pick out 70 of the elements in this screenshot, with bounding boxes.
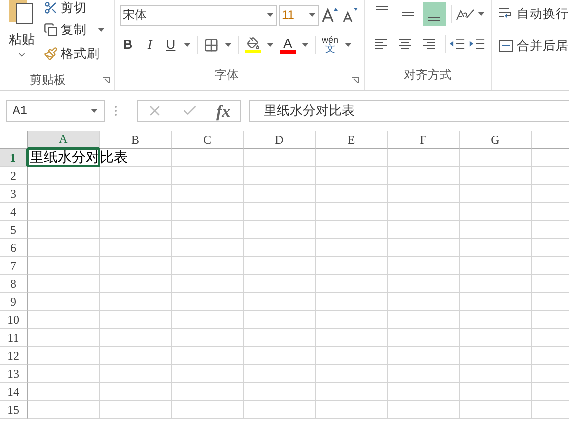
borders-icon[interactable] (204, 38, 219, 52)
align-lines-icon (423, 38, 436, 50)
row-header[interactable]: 3 (0, 185, 28, 203)
merge-center-button[interactable]: 合并后居 (498, 34, 569, 58)
insert-function-button[interactable]: fx (216, 102, 231, 120)
row-header[interactable]: 11 (0, 329, 28, 347)
grow-font-icon[interactable] (321, 7, 339, 23)
fill-color-icon[interactable] (245, 37, 261, 53)
align-lines-icon (402, 12, 415, 16)
paintbrush-icon (44, 47, 58, 61)
copy-button[interactable]: 复制 (44, 20, 105, 40)
caret-icon (225, 43, 232, 47)
caret-icon (184, 43, 191, 47)
font-color-button[interactable]: A (280, 36, 296, 54)
dialog-launcher-icon[interactable] (103, 76, 110, 84)
scissors-icon (44, 1, 58, 15)
column-header[interactable]: D (244, 131, 316, 149)
group-label: 剪贴板 (30, 72, 66, 89)
row-header[interactable]: 15 (0, 401, 28, 419)
caret-icon (309, 13, 316, 17)
dialog-launcher-icon[interactable] (352, 77, 359, 84)
row-header[interactable]: 1 (0, 149, 28, 167)
column-header[interactable]: A (28, 131, 100, 149)
cell-text[interactable]: 里纸水分对比表 (30, 149, 128, 166)
row-header[interactable]: 8 (0, 275, 28, 293)
align-lines-icon (428, 17, 441, 22)
row-header[interactable]: 4 (0, 203, 28, 221)
caret-icon (478, 12, 485, 16)
column-header[interactable]: G (460, 131, 532, 149)
row-header[interactable]: 14 (0, 383, 28, 401)
font-name-field[interactable]: 宋体 (120, 4, 277, 26)
column-header[interactable]: F (388, 131, 460, 149)
caret-icon (267, 13, 274, 17)
caret-icon (302, 43, 309, 47)
row-header[interactable]: 9 (0, 293, 28, 311)
row-header[interactable]: 10 (0, 311, 28, 329)
row-header[interactable]: 13 (0, 365, 28, 383)
vertical-align-button[interactable] (423, 2, 446, 26)
name-box[interactable]: A1 (6, 100, 105, 122)
caret-icon (98, 28, 105, 32)
merge-cells-icon (498, 39, 514, 53)
italic-button[interactable]: I (142, 35, 158, 55)
column-header[interactable]: E (316, 131, 388, 149)
phonetic-button[interactable]: wén 文 (322, 35, 339, 55)
cut-button[interactable]: 剪切 (44, 0, 105, 16)
group-label: 字体 (215, 67, 239, 84)
row-header[interactable]: 5 (0, 221, 28, 239)
decrease-indent-icon[interactable] (449, 37, 466, 51)
caret-icon (267, 43, 274, 47)
column-header[interactable]: C (172, 131, 244, 149)
shrink-font-icon[interactable] (341, 7, 359, 23)
formula-field[interactable]: 里纸水分对比表 (249, 100, 569, 122)
wrap-text-button[interactable]: 自动换行 (498, 2, 569, 26)
align-lines-icon (399, 38, 412, 50)
row-header[interactable]: 7 (0, 257, 28, 275)
caret-icon (344, 43, 352, 47)
format-painter-button[interactable]: 格式刷 (44, 44, 105, 64)
align-lines-icon (376, 6, 389, 11)
underline-button[interactable]: U (164, 35, 178, 55)
bold-button[interactable]: B (120, 35, 136, 55)
increase-indent-icon[interactable] (468, 37, 485, 51)
copy-icon (44, 23, 58, 37)
align-lines-icon (375, 38, 388, 50)
row-header[interactable]: 2 (0, 167, 28, 185)
caret-icon (91, 109, 98, 113)
row-header[interactable]: 6 (0, 239, 28, 257)
group-label: 对齐方式 (404, 67, 452, 84)
paste-button[interactable]: 粘贴 (0, 0, 44, 70)
row-header[interactable]: 12 (0, 347, 28, 365)
font-size-field[interactable]: 11 (279, 4, 319, 26)
